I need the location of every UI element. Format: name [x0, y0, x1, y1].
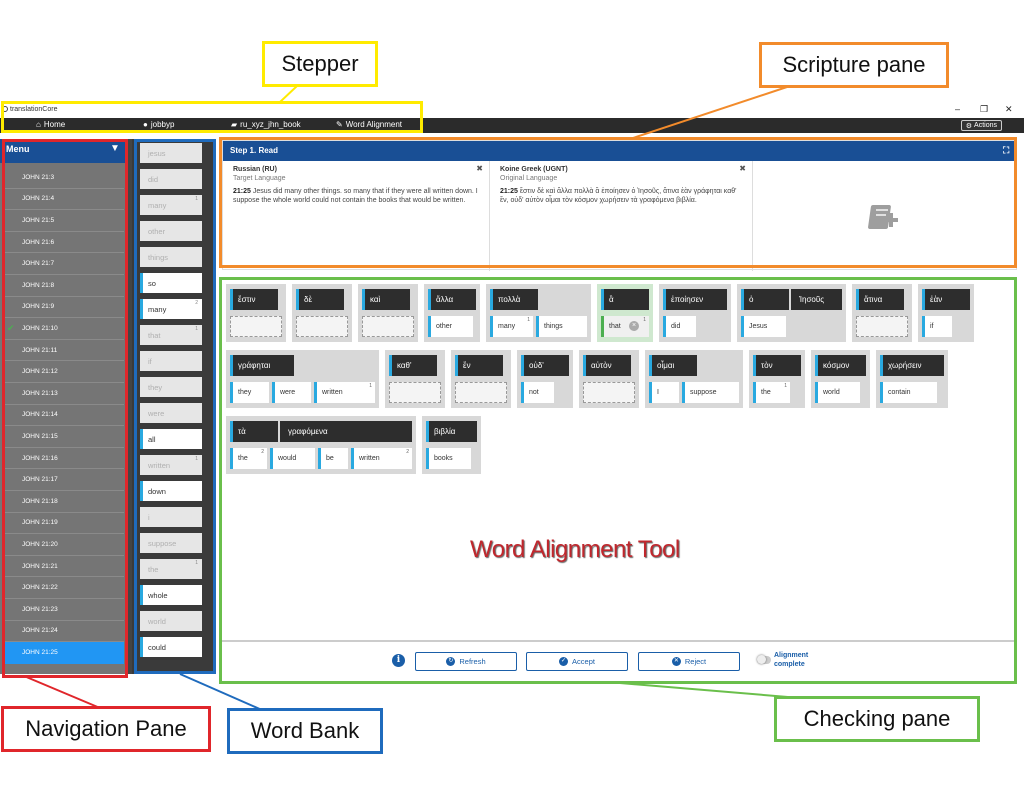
word-bank-label: Word Bank — [227, 708, 383, 754]
navigation-pane-label: Navigation Pane — [1, 706, 211, 752]
annotation-lines — [23, 85, 801, 711]
stepper-label: Stepper — [262, 41, 378, 87]
checking-pane-label: Checking pane — [774, 696, 980, 742]
scripture-pane-label: Scripture pane — [759, 42, 949, 88]
